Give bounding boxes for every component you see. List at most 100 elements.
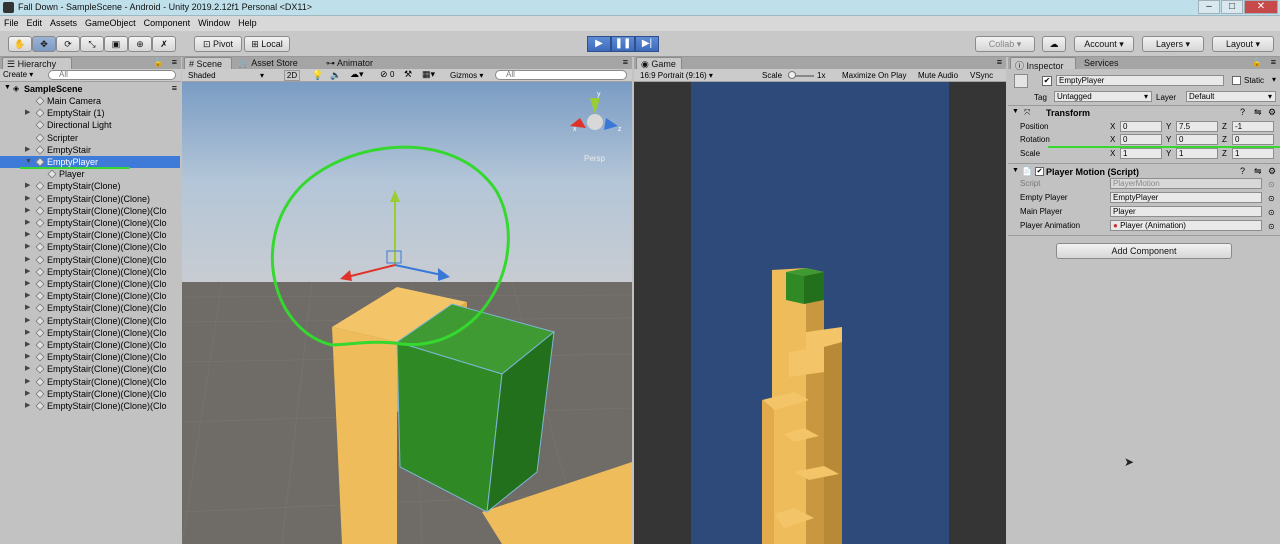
- scene-viewport[interactable]: y x z Persp: [182, 82, 632, 544]
- tab-inspector[interactable]: ⓘ Inspector: [1010, 57, 1076, 71]
- camera-settings-icon[interactable]: ▦▾: [422, 69, 435, 80]
- menu-edit[interactable]: Edit: [23, 16, 47, 28]
- main-player-field[interactable]: Player: [1110, 206, 1262, 217]
- lighting-toggle-icon[interactable]: 💡: [312, 70, 323, 81]
- shading-mode-dropdown[interactable]: Shaded ▾: [188, 70, 278, 81]
- audio-toggle-icon[interactable]: 🔈: [330, 70, 341, 81]
- grid-tools-icon[interactable]: ⚒: [404, 69, 412, 80]
- hierarchy-item[interactable]: ▶ EmptyStair(Clone)(Clone)(Clo: [0, 302, 180, 314]
- layout-dropdown[interactable]: Layout ▾: [1212, 36, 1274, 52]
- expand-arrow-icon[interactable]: ▶: [25, 363, 30, 375]
- expand-arrow-icon[interactable]: ▶: [25, 302, 30, 314]
- expand-arrow-icon[interactable]: ▶: [25, 290, 30, 302]
- object-picker-icon[interactable]: ⊙: [1268, 206, 1275, 219]
- preset-icon[interactable]: ⇋: [1254, 107, 1262, 118]
- script-enabled-checkbox[interactable]: ✔: [1035, 167, 1044, 176]
- expand-arrow-icon[interactable]: ▶: [25, 388, 30, 400]
- hierarchy-item[interactable]: ▶ EmptyStair(Clone): [0, 180, 180, 192]
- hierarchy-search-input[interactable]: All: [48, 70, 176, 80]
- expand-arrow-icon[interactable]: ▶: [25, 266, 30, 278]
- cloud-button[interactable]: ☁: [1042, 36, 1066, 52]
- script-menu-icon[interactable]: ⚙: [1268, 166, 1276, 177]
- tab-animator[interactable]: ⊶ Animator: [322, 57, 392, 69]
- step-button[interactable]: ▶|: [635, 36, 659, 52]
- inspector-lock-icon[interactable]: 🔒: [1252, 58, 1262, 67]
- rotation-x-field[interactable]: 0: [1120, 134, 1162, 145]
- component-menu-icon[interactable]: ⚙: [1268, 107, 1276, 118]
- scene-search-input[interactable]: All: [495, 70, 627, 80]
- maximize-on-play-toggle[interactable]: Maximize On Play: [842, 70, 906, 81]
- maximize-button[interactable]: □: [1221, 0, 1243, 14]
- menu-help[interactable]: Help: [234, 16, 261, 28]
- scene-menu-icon[interactable]: ≡: [172, 83, 177, 93]
- gizmos-dropdown[interactable]: Gizmos ▾: [450, 70, 483, 81]
- expand-arrow-icon[interactable]: ▶: [25, 193, 30, 205]
- static-checkbox[interactable]: [1232, 76, 1241, 85]
- rect-tool-button[interactable]: ▣: [104, 36, 128, 52]
- lock-icon[interactable]: 🔒: [153, 58, 163, 67]
- rotate-tool-button[interactable]: ⟳: [56, 36, 80, 52]
- expand-arrow-icon[interactable]: ▶: [25, 327, 30, 339]
- play-button[interactable]: ▶: [587, 36, 611, 52]
- tab-hierarchy[interactable]: ☰ Hierarchy: [2, 57, 72, 69]
- menu-gameobject[interactable]: GameObject: [81, 16, 140, 28]
- hierarchy-item[interactable]: Main Camera: [0, 95, 180, 107]
- inspector-menu-icon[interactable]: ≡: [1271, 57, 1276, 67]
- expand-arrow-icon[interactable]: ▶: [25, 376, 30, 388]
- expand-arrow-icon[interactable]: ▶: [25, 400, 30, 412]
- account-dropdown[interactable]: Account ▾: [1074, 36, 1134, 52]
- expand-arrow-icon[interactable]: ▶: [25, 107, 30, 119]
- hierarchy-item[interactable]: ▶ EmptyStair(Clone)(Clone)(Clo: [0, 266, 180, 278]
- expand-arrow-icon[interactable]: ▶: [25, 254, 30, 266]
- game-viewport[interactable]: [634, 82, 1006, 544]
- collab-dropdown[interactable]: Collab ▾: [975, 36, 1035, 52]
- hierarchy-item[interactable]: Player: [0, 168, 180, 180]
- panel-menu-icon[interactable]: ≡: [172, 57, 177, 67]
- expand-arrow-icon[interactable]: ▶: [25, 278, 30, 290]
- hierarchy-item[interactable]: ▶ EmptyStair(Clone)(Clone): [0, 193, 180, 205]
- object-name-field[interactable]: EmptyPlayer: [1056, 75, 1224, 86]
- scale-z-field[interactable]: 1: [1232, 148, 1274, 159]
- scene-panel-menu-icon[interactable]: ≡: [623, 57, 628, 67]
- hierarchy-item[interactable]: ▶ EmptyStair(Clone)(Clone)(Clo: [0, 205, 180, 217]
- tab-game[interactable]: ◉ Game: [636, 57, 682, 69]
- menu-assets[interactable]: Assets: [46, 16, 81, 28]
- scale-x-field[interactable]: 1: [1120, 148, 1162, 159]
- hierarchy-item[interactable]: ▶ EmptyStair(Clone)(Clone)(Clo: [0, 290, 180, 302]
- tab-scene[interactable]: # Scene: [184, 57, 232, 69]
- hierarchy-item[interactable]: ▶ EmptyStair(Clone)(Clone)(Clo: [0, 363, 180, 375]
- hierarchy-item[interactable]: ▶ EmptyStair(Clone)(Clone)(Clo: [0, 241, 180, 253]
- hierarchy-item[interactable]: Scripter: [0, 132, 180, 144]
- position-x-field[interactable]: 0: [1120, 121, 1162, 132]
- script-preset-icon[interactable]: ⇋: [1254, 166, 1262, 177]
- tab-asset-store[interactable]: 🛒 Asset Store: [234, 57, 312, 69]
- tab-services[interactable]: Services: [1080, 57, 1134, 69]
- menu-file[interactable]: File: [0, 16, 23, 28]
- object-picker-icon[interactable]: ⊙: [1268, 220, 1275, 233]
- layer-dropdown[interactable]: Default ▾: [1186, 91, 1276, 102]
- local-toggle[interactable]: ⊞ Local: [244, 36, 290, 52]
- rotation-y-field[interactable]: 0: [1176, 134, 1218, 145]
- pause-button[interactable]: ❚❚: [611, 36, 635, 52]
- rotation-z-field[interactable]: 0: [1232, 134, 1274, 145]
- transform-tool-button[interactable]: ⊕: [128, 36, 152, 52]
- hierarchy-item[interactable]: Directional Light: [0, 119, 180, 131]
- player-animation-field[interactable]: ● Player (Animation): [1110, 220, 1262, 231]
- expand-arrow-icon[interactable]: ▶: [25, 180, 30, 192]
- expand-arrow-icon[interactable]: ▶: [25, 339, 30, 351]
- hierarchy-item[interactable]: ▶ EmptyStair(Clone)(Clone)(Clo: [0, 388, 180, 400]
- script-help-icon[interactable]: ?: [1240, 166, 1245, 176]
- create-dropdown[interactable]: Create ▾: [3, 70, 43, 81]
- hierarchy-item[interactable]: ▶ EmptyStair(Clone)(Clone)(Clo: [0, 339, 180, 351]
- empty-player-field[interactable]: EmptyPlayer: [1110, 192, 1262, 203]
- object-picker-icon[interactable]: ⊙: [1268, 192, 1275, 205]
- scale-tool-button[interactable]: ⤡: [80, 36, 104, 52]
- menu-component[interactable]: Component: [140, 16, 195, 28]
- expand-arrow-icon[interactable]: ▶: [25, 144, 30, 156]
- move-tool-button[interactable]: ✥: [32, 36, 56, 52]
- scale-y-field[interactable]: 1: [1176, 148, 1218, 159]
- hierarchy-item[interactable]: ▶ EmptyStair: [0, 144, 180, 156]
- vsync-toggle[interactable]: VSync: [970, 70, 993, 81]
- help-icon[interactable]: ?: [1240, 107, 1245, 117]
- expand-arrow-icon[interactable]: ▶: [25, 205, 30, 217]
